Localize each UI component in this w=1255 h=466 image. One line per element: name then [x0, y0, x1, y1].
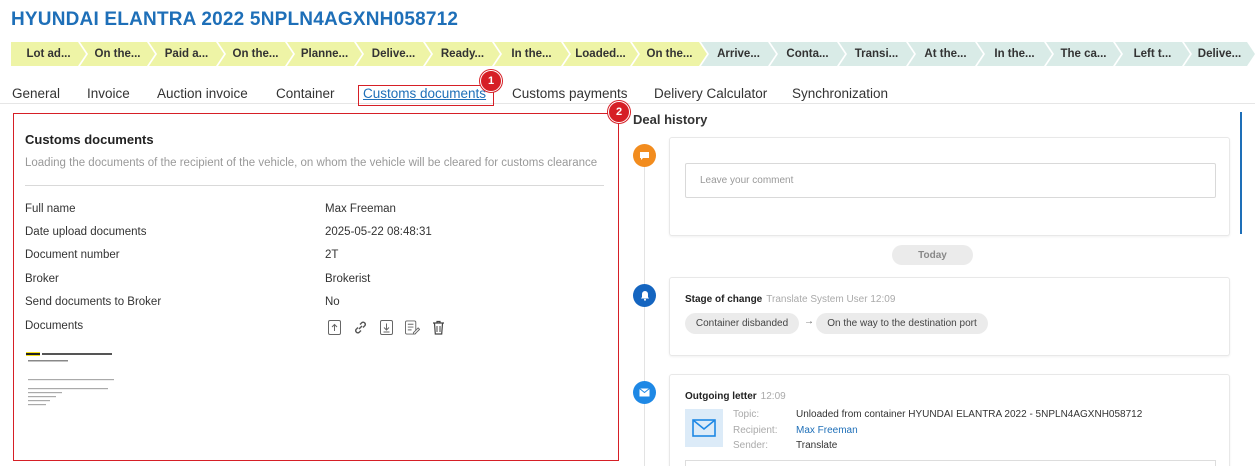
- timeline-line: [644, 150, 645, 466]
- mail-icon: [633, 381, 656, 404]
- stage-chip[interactable]: On the...: [218, 42, 293, 66]
- stage-from-pill: Container disbanded: [685, 313, 799, 334]
- stage-change-header: Stage of change Translate System User 12:…: [685, 294, 895, 305]
- document-actions: [327, 319, 446, 335]
- stage-chip[interactable]: In the...: [977, 42, 1052, 66]
- field-row-document-number: Document number 2T: [25, 249, 605, 265]
- field-row-full-name: Full name Max Freeman: [25, 203, 605, 219]
- date-separator: Today: [892, 245, 973, 265]
- bell-icon: [633, 284, 656, 307]
- field-row-documents: Documents: [25, 320, 605, 336]
- field-label: Send documents to Broker: [25, 296, 162, 308]
- topic-label: Topic:: [733, 409, 760, 420]
- stage-chip[interactable]: Loaded...: [563, 42, 638, 66]
- annotation-badge-2: 2: [608, 101, 630, 123]
- annotation-highlight-tab: [358, 85, 494, 106]
- field-row-date-upload: Date upload documents 2025-05-22 08:48:3…: [25, 226, 605, 242]
- stage-chip[interactable]: Paid a...: [149, 42, 224, 66]
- field-label: Date upload documents: [25, 226, 147, 238]
- trash-icon[interactable]: [431, 319, 446, 335]
- field-value: No: [325, 296, 340, 308]
- field-value: 2T: [325, 249, 339, 261]
- tab-container[interactable]: Container: [276, 86, 335, 101]
- field-value: Brokerist: [325, 273, 371, 285]
- field-row-broker: Broker Brokerist: [25, 273, 605, 289]
- stage-chip[interactable]: In the...: [494, 42, 569, 66]
- field-row-send-to-broker: Send documents to Broker No: [25, 296, 605, 312]
- stage-chip[interactable]: Lot ad...: [11, 42, 86, 66]
- tab-customs-payments[interactable]: Customs payments: [512, 86, 628, 101]
- tab-bar: General Invoice Auction invoice Containe…: [0, 86, 1255, 104]
- stage-chip[interactable]: Conta...: [770, 42, 845, 66]
- stage-chip[interactable]: On the...: [632, 42, 707, 66]
- panel-subtitle: Loading the documents of the recipient o…: [25, 157, 598, 169]
- customs-documents-panel: Customs documents Loading the documents …: [13, 113, 619, 461]
- field-label: Full name: [25, 203, 76, 215]
- stage-to-pill: On the way to the destination port: [816, 313, 988, 334]
- stage-chip[interactable]: On the...: [80, 42, 155, 66]
- field-value: 2025-05-22 08:48:31: [325, 226, 432, 238]
- stage-chip[interactable]: Left t...: [1115, 42, 1190, 66]
- sender-label: Sender:: [733, 440, 769, 451]
- tab-invoice[interactable]: Invoice: [87, 86, 130, 101]
- stage-change-card: Stage of change Translate System User 12:…: [669, 277, 1230, 356]
- comment-input[interactable]: Leave your comment: [685, 163, 1216, 198]
- stage-chip[interactable]: Ready...: [425, 42, 500, 66]
- field-label: Document number: [25, 249, 120, 261]
- stage-chip[interactable]: Transi...: [839, 42, 914, 66]
- letter-time: 12:09: [760, 391, 786, 402]
- recipient-label: Recipient:: [733, 425, 778, 436]
- divider: [25, 185, 604, 186]
- field-label: Broker: [25, 273, 59, 285]
- field-label: Documents: [25, 320, 84, 332]
- envelope-icon: [685, 409, 723, 447]
- tab-auction-invoice[interactable]: Auction invoice: [157, 86, 248, 101]
- upload-icon[interactable]: [327, 319, 342, 335]
- comment-card: Leave your comment: [669, 137, 1230, 236]
- stage-progress-bar: Lot ad... On the... Paid a... On the... …: [11, 42, 1255, 66]
- page-title: HYUNDAI ELANTRA 2022 5NPLN4AGXNH058712: [11, 9, 459, 30]
- stage-chip[interactable]: Arrive...: [701, 42, 776, 66]
- field-value: Max Freeman: [325, 203, 396, 215]
- annotation-badge-1: 1: [480, 70, 502, 92]
- stage-chip[interactable]: Delive...: [356, 42, 431, 66]
- stage-chip[interactable]: Planne...: [287, 42, 362, 66]
- stage-chip[interactable]: Delive...: [1184, 42, 1255, 66]
- deal-history-title: Deal history: [633, 112, 708, 127]
- topic-value: Unloaded from container HYUNDAI ELANTRA …: [796, 409, 1143, 420]
- edit-document-icon[interactable]: [405, 319, 420, 335]
- recipient-link[interactable]: Max Freeman: [796, 425, 858, 436]
- stage-chip[interactable]: At the...: [908, 42, 983, 66]
- comment-icon: [633, 144, 656, 167]
- letter-title: Outgoing letter: [685, 391, 757, 402]
- stage-change-title: Stage of change: [685, 294, 763, 305]
- stage-change-meta: Translate System User 12:09: [766, 294, 896, 305]
- outgoing-letter-card: Outgoing letter 12:09 Topic: Unloaded fro…: [669, 374, 1230, 466]
- link-icon[interactable]: [353, 319, 368, 335]
- arrow-icon: →: [804, 316, 814, 327]
- tab-delivery-calculator[interactable]: Delivery Calculator: [654, 86, 767, 101]
- stage-chip[interactable]: The ca...: [1046, 42, 1121, 66]
- download-icon[interactable]: [379, 319, 394, 335]
- tab-synchronization[interactable]: Synchronization: [792, 86, 888, 101]
- panel-title: Customs documents: [25, 132, 154, 147]
- sender-value: Translate: [796, 440, 838, 451]
- letter-header: Outgoing letter 12:09: [685, 391, 786, 402]
- document-thumbnail[interactable]: [26, 352, 117, 418]
- tab-general[interactable]: General: [12, 86, 60, 101]
- scrollbar[interactable]: [1240, 112, 1242, 234]
- letter-body-box: [685, 460, 1216, 466]
